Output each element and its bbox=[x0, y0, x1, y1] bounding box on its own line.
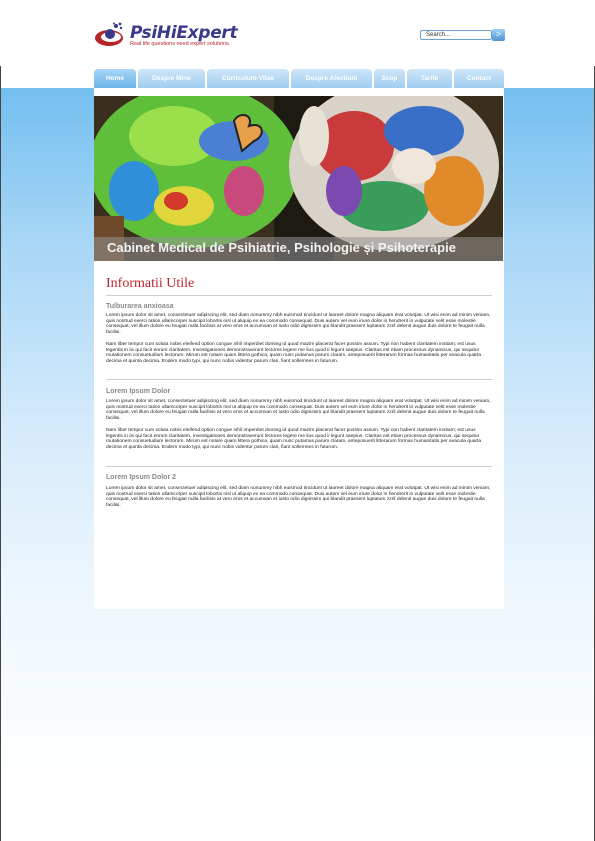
tab-home[interactable]: Home bbox=[94, 69, 136, 88]
section-divider bbox=[106, 379, 492, 380]
hero-caption-bar: Cabinet Medical de Psihiatrie, Psihologi… bbox=[94, 237, 503, 261]
main-navigation: Home Despre Mine Curriculum-Vitae Despre… bbox=[94, 69, 504, 88]
logo-wordmark: PsiHiExpert bbox=[130, 23, 238, 43]
section-paragraph: Lorem ipsum dolor sit amet, consectetuer… bbox=[106, 399, 491, 421]
logo-name-part1: PsiHi bbox=[130, 23, 177, 43]
tab-tarife[interactable]: Tarife bbox=[407, 69, 452, 88]
hero-caption-text: Cabinet Medical de Psihiatrie, Psihologi… bbox=[107, 240, 456, 255]
section-heading: Lorem Ipsum Dolor 2 bbox=[106, 474, 177, 481]
section-heading: Tulburarea anxioasa bbox=[106, 303, 174, 310]
section-paragraph: Nam liber tempor cum soluta nobis eleife… bbox=[106, 342, 482, 364]
logo-mark-icon bbox=[95, 22, 123, 46]
section-paragraph: Lorem ipsum dolor sit amet, consectetuer… bbox=[106, 313, 491, 335]
section-paragraph: Lorem ipsum dolor sit amet, consectetuer… bbox=[106, 486, 491, 508]
title-divider bbox=[106, 295, 492, 296]
tab-curriculum-vitae[interactable]: Curriculum-Vitae bbox=[207, 69, 289, 88]
search-input[interactable]: Search... bbox=[420, 30, 492, 40]
tab-despre-afectiuni[interactable]: Despre Afectiuni bbox=[291, 69, 372, 88]
left-border bbox=[0, 66, 1, 841]
tab-scop[interactable]: Scop bbox=[374, 69, 405, 88]
page-title: Informatii Utile bbox=[106, 276, 195, 291]
search-button[interactable]: > bbox=[492, 29, 505, 41]
tab-contact[interactable]: Contact bbox=[454, 69, 504, 88]
logo-tagline: Real life questions need expert solution… bbox=[130, 41, 231, 47]
tab-despre-mine[interactable]: Despre Mine bbox=[138, 69, 205, 88]
section-divider bbox=[106, 466, 492, 467]
site-logo[interactable]: PsiHiExpert Real life questions need exp… bbox=[94, 20, 254, 50]
section-heading: Lorem Ipsum Dolor bbox=[106, 388, 171, 395]
hero-banner: Cabinet Medical de Psihiatrie, Psihologi… bbox=[94, 96, 503, 261]
logo-name-part2: Expert bbox=[176, 23, 238, 43]
section-paragraph: Nam liber tempor cum soluta nobis eleife… bbox=[106, 428, 482, 450]
